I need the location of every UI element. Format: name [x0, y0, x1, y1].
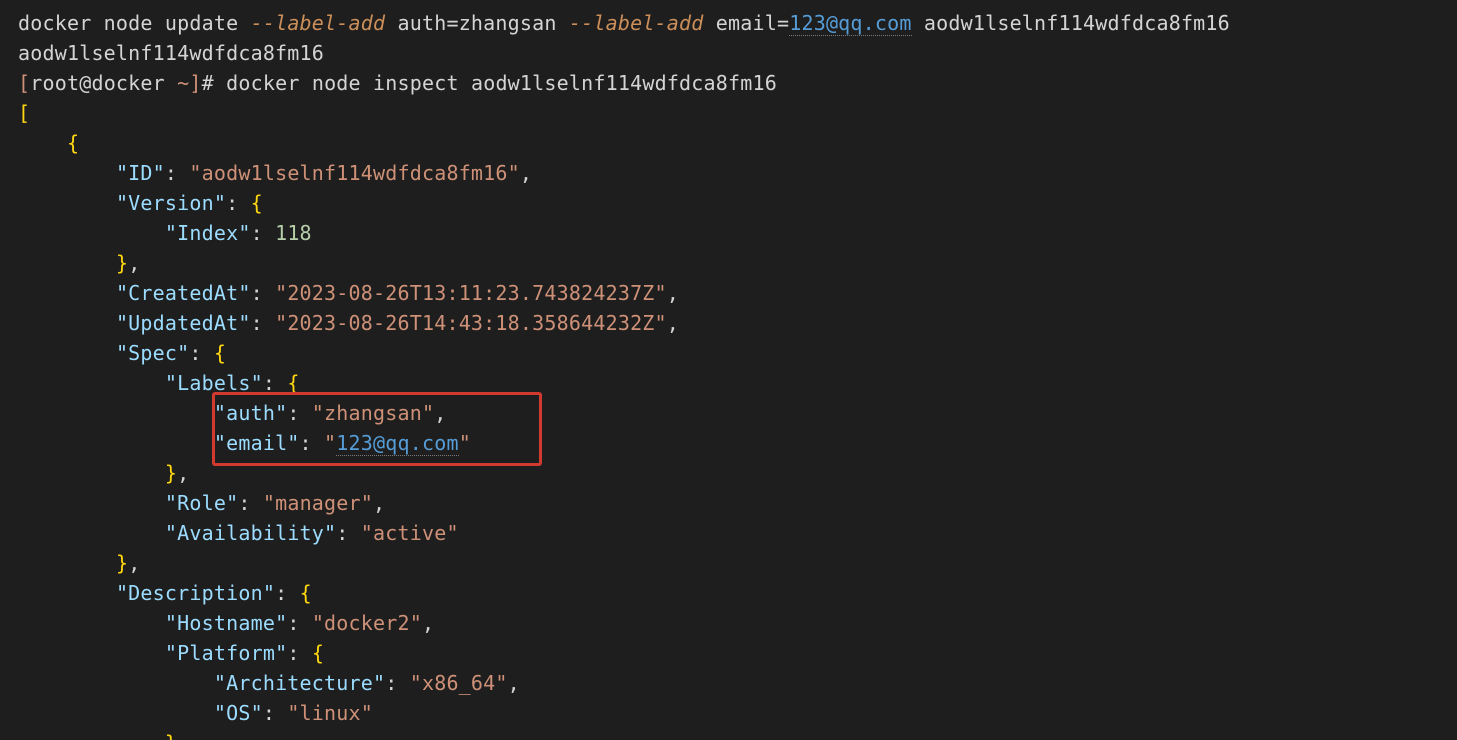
- json-key-auth: "auth": [214, 401, 287, 425]
- flag-label-add-1: --label-add: [251, 11, 386, 35]
- json-key-createdat: "CreatedAt": [116, 281, 251, 305]
- cmd-inspect: docker node inspect aodw1lselnf114wdfdca…: [226, 71, 777, 95]
- email-link-json[interactable]: 123@qq.com: [336, 431, 458, 456]
- json-key-description: "Description": [116, 581, 275, 605]
- json-key-platform: "Platform": [165, 641, 287, 665]
- json-key-role: "Role": [165, 491, 238, 515]
- json-val-index: 118: [275, 221, 312, 245]
- json-val-createdat: "2023-08-26T13:11:23.743824237Z": [275, 281, 667, 305]
- json-key-availability: "Availability": [165, 521, 336, 545]
- json-key-updatedat: "UpdatedAt": [116, 311, 251, 335]
- json-val-id: "aodw1lselnf114wdfdca8fm16": [189, 161, 520, 185]
- json-obj-open: {: [18, 131, 79, 155]
- json-val-auth: "zhangsan": [312, 401, 434, 425]
- terminal-output[interactable]: docker node update --label-add auth=zhan…: [0, 0, 1457, 740]
- email-link-cmd[interactable]: 123@qq.com: [789, 11, 911, 36]
- json-key-version: "Version": [116, 191, 226, 215]
- json-key-labels: "Labels": [165, 371, 263, 395]
- json-key-os: "OS": [214, 701, 263, 725]
- json-key-email: "email": [214, 431, 300, 455]
- json-val-availability: "active": [361, 521, 459, 545]
- prompt-line: [root@docker ~]# docker node inspect aod…: [18, 71, 777, 95]
- json-val-updatedat: "2023-08-26T14:43:18.358644232Z": [275, 311, 667, 335]
- json-val-role: "manager": [263, 491, 373, 515]
- json-val-os: "linux": [287, 701, 373, 725]
- json-key-id: "ID": [116, 161, 165, 185]
- echo-line: aodw1lselnf114wdfdca8fm16: [18, 41, 324, 65]
- json-key-hostname: "Hostname": [165, 611, 287, 635]
- terminal-root: docker node update --label-add auth=zhan…: [0, 0, 1457, 740]
- cmd-line-1: docker node update --label-add auth=zhan…: [18, 11, 1230, 36]
- json-key-architecture: "Architecture": [214, 671, 385, 695]
- json-val-architecture: "x86_64": [410, 671, 508, 695]
- json-key-spec: "Spec": [116, 341, 189, 365]
- flag-label-add-2: --label-add: [569, 11, 704, 35]
- json-key-index: "Index": [165, 221, 251, 245]
- json-open-bracket: [: [18, 101, 30, 125]
- json-val-hostname: "docker2": [312, 611, 422, 635]
